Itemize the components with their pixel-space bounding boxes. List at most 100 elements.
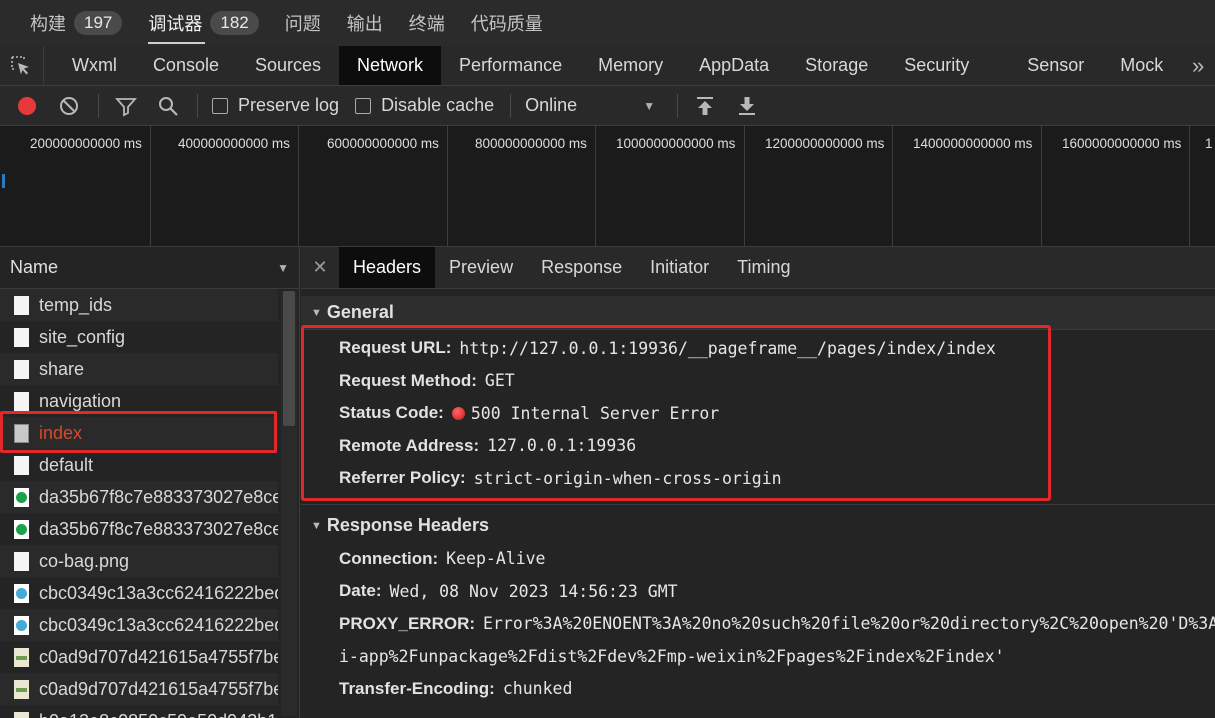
search-button[interactable] [155, 93, 181, 119]
network-toolbar: Preserve log Disable cache Online ▼ [0, 86, 1215, 126]
request-row[interactable]: c0ad9d707d421615a4755f7be [0, 641, 278, 673]
tab-output[interactable]: 输出 [347, 0, 383, 46]
more-tabs-button[interactable]: » [1181, 46, 1215, 85]
filter-button[interactable] [113, 93, 139, 119]
transfer-encoding-value: chunked [502, 679, 573, 699]
request-url-value: http://127.0.0.1:19936/__pageframe__/pag… [459, 338, 996, 358]
general-section-title: General [326, 302, 394, 322]
request-row[interactable]: da35b67f8c7e883373027e8ce. [0, 481, 278, 513]
request-name: da35b67f8c7e883373027e8ce. [39, 486, 278, 507]
preserve-log-checkbox[interactable] [212, 97, 228, 114]
clear-icon [60, 96, 78, 115]
double-chevron-right-icon: » [1192, 52, 1205, 78]
request-list-scrollbar[interactable] [281, 291, 297, 716]
timeline-tick-label: 1200000000000 ms [765, 136, 885, 151]
sort-arrow-icon: ▼ [277, 260, 289, 275]
request-detail-panel: ✕ Headers Preview Response Initiator Tim… [301, 247, 1215, 718]
clear-button[interactable] [56, 93, 82, 119]
panel-tab-bar: 构建 197 调试器 182 问题 输出 终端 代码质量 [0, 0, 1215, 46]
dropdown-arrow-icon: ▼ [643, 98, 656, 113]
proxy-error-value-continued: i-app%2Funpackage%2Fdist%2Fdev%2Fmp-weix… [339, 646, 1005, 666]
connection-key: Connection: [339, 548, 439, 568]
toolbar-divider [510, 93, 512, 118]
doc-icon [14, 455, 29, 475]
request-name: co-bag.png [39, 550, 130, 571]
request-row[interactable]: da35b67f8c7e883373027e8ce. [0, 513, 278, 545]
referrer-policy-row: Referrer Policy: strict-origin-when-cros… [301, 462, 1215, 495]
status-code-key: Status Code: [339, 403, 444, 423]
tab-network[interactable]: Network [339, 46, 442, 85]
export-har-button[interactable] [734, 93, 760, 119]
tab-sources[interactable]: Sources [237, 46, 339, 85]
toolbar-divider [197, 93, 198, 118]
disable-cache-checkbox[interactable] [355, 97, 372, 114]
tab-code-quality[interactable]: 代码质量 [471, 0, 543, 46]
request-name: site_config [39, 326, 126, 347]
request-row[interactable]: co-bag.png [0, 545, 278, 577]
tab-wxml[interactable]: Wxml [54, 46, 135, 85]
request-row[interactable]: share [0, 353, 278, 385]
timeline-tick-label: 600000000000 ms [327, 136, 439, 151]
tab-appdata[interactable]: AppData [681, 46, 787, 85]
record-button[interactable] [14, 93, 40, 119]
tab-response[interactable]: Response [527, 247, 636, 288]
status-code-value: 500 Internal Server Error [470, 403, 720, 423]
general-section-header[interactable]: ▼ General [301, 296, 1215, 330]
timeline-tick-label: 1000000000000 ms [616, 136, 736, 151]
debugger-count-badge: 182 [210, 11, 259, 35]
throttling-select[interactable]: Online ▼ [525, 95, 655, 116]
expand-triangle-icon: ▼ [311, 519, 322, 532]
tab-problems[interactable]: 问题 [285, 0, 321, 46]
import-har-button[interactable] [692, 93, 718, 119]
request-row[interactable]: temp_ids [0, 289, 278, 321]
timeline-tick-label: 1 [1205, 136, 1213, 151]
tab-debugger[interactable]: 调试器 182 [148, 0, 259, 46]
request-method-row: Request Method: GET [301, 365, 1215, 398]
tab-terminal[interactable]: 终端 [409, 0, 445, 46]
request-row[interactable]: site_config [0, 321, 278, 353]
tab-headers[interactable]: Headers [339, 247, 436, 288]
error-status-icon [451, 406, 465, 420]
tab-build-label: 构建 [30, 14, 66, 34]
doc-icon [14, 391, 29, 411]
scrollbar-thumb[interactable] [283, 291, 295, 426]
tab-console[interactable]: Console [135, 46, 237, 85]
tab-performance[interactable]: Performance [441, 46, 580, 85]
toolbar-divider [677, 93, 679, 118]
network-timeline-overview[interactable]: 200000000000 ms 400000000000 ms 60000000… [0, 126, 1215, 247]
request-name: da35b67f8c7e883373027e8ce. [39, 518, 278, 539]
tab-mock[interactable]: Mock [1102, 46, 1181, 85]
tab-debugger-label: 调试器 [148, 14, 203, 34]
name-column-header[interactable]: Name ▼ [0, 247, 299, 289]
name-column-label: Name [10, 257, 59, 277]
request-row[interactable]: b0a12e8c0850c59e50d943b1 [0, 705, 278, 718]
request-row[interactable]: cbc0349c13a3cc62416222bed. [0, 577, 278, 609]
selected-request-highlight [0, 411, 277, 453]
request-row[interactable]: cbc0349c13a3cc62416222bed. [0, 609, 278, 641]
tab-build[interactable]: 构建 197 [30, 0, 123, 46]
request-name: b0a12e8c0850c59e50d943b1 [39, 711, 277, 718]
tab-memory[interactable]: Memory [580, 46, 681, 85]
timeline-gridline [595, 126, 596, 246]
request-row[interactable]: c0ad9d707d421615a4755f7be [0, 673, 278, 705]
response-headers-section: Connection: Keep-Alive Date: Wed, 08 Nov… [301, 543, 1215, 706]
tab-security[interactable]: Security [886, 46, 1009, 85]
request-row[interactable]: default [0, 449, 278, 481]
tab-timing[interactable]: Timing [723, 247, 804, 288]
tab-preview[interactable]: Preview [435, 247, 527, 288]
proxy-error-continuation-row: i-app%2Funpackage%2Fdist%2Fdev%2Fmp-weix… [301, 640, 1215, 673]
request-method-key: Request Method: [339, 370, 477, 390]
tab-initiator[interactable]: Initiator [636, 247, 723, 288]
close-detail-button[interactable]: ✕ [301, 247, 339, 288]
close-icon: ✕ [312, 257, 328, 277]
tab-sensor[interactable]: Sensor [1009, 46, 1102, 85]
tab-storage[interactable]: Storage [787, 46, 886, 85]
proxy-error-value: Error%3A%20ENOENT%3A%20no%20such%20file%… [483, 614, 1215, 634]
timeline-gridline [447, 126, 448, 246]
response-headers-title: Response Headers [326, 515, 489, 535]
date-value: Wed, 08 Nov 2023 14:56:23 GMT [389, 581, 678, 601]
doc-icon [14, 359, 29, 379]
response-headers-section-header[interactable]: ▼ Response Headers [301, 508, 1215, 543]
inspect-element-button[interactable] [0, 46, 44, 85]
timeline-request-marker [2, 174, 5, 188]
